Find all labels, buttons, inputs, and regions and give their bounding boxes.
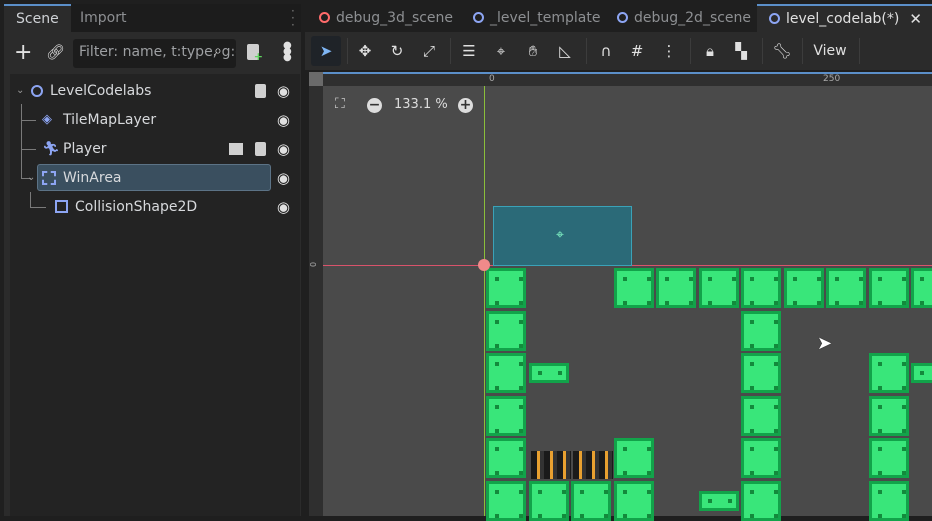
tab-label: _level_template: [490, 10, 601, 26]
ruler-label: 0: [309, 261, 319, 268]
filter-input[interactable]: Filter: name, t:type, g:group: [73, 39, 236, 68]
view-menu[interactable]: View: [810, 36, 850, 66]
zoom-level[interactable]: 133.1 %: [394, 97, 448, 112]
visibility-eye-icon[interactable]: ◉: [277, 78, 290, 104]
scene-tab[interactable]: _level_template: [473, 4, 601, 32]
close-icon[interactable]: ✕: [909, 6, 922, 32]
add-node-icon[interactable]: +: [14, 40, 32, 65]
select-tool-icon[interactable]: ➤: [311, 36, 341, 66]
search-icon: ⌕: [214, 43, 222, 59]
tab-label: debug_3d_scene: [336, 10, 454, 26]
ruler-horizontal: 0 250: [309, 72, 932, 86]
move-tool-icon[interactable]: ✥: [350, 36, 380, 66]
visibility-eye-icon[interactable]: ◉: [277, 165, 290, 191]
scene-tabs: debug_3d_scene _level_template debug_2d_…: [305, 4, 932, 32]
scene-icon: [473, 12, 484, 23]
tree-item-winarea[interactable]: ⌄ WinArea ◉: [10, 165, 298, 191]
link-icon[interactable]: 🔗︎: [46, 43, 65, 61]
tilemap-icon: ◈: [42, 112, 52, 127]
node-label: TileMapLayer: [63, 112, 157, 128]
divider: [802, 38, 803, 64]
scene-tab[interactable]: debug_3d_scene: [319, 4, 453, 32]
scene-dock: Scene Import · · · + 🔗︎ Filter: name, t:ty…: [0, 0, 305, 516]
viewport-2d[interactable]: [309, 72, 932, 516]
tab-scene[interactable]: Scene: [4, 4, 71, 32]
ruler-label: 0: [489, 74, 495, 84]
smart-snap-icon[interactable]: ∩: [591, 36, 621, 66]
grid-snap-icon[interactable]: #: [622, 36, 652, 66]
script-icon[interactable]: [255, 142, 266, 156]
visibility-eye-icon[interactable]: ◉: [277, 194, 290, 220]
snap-options-icon[interactable]: ⋮: [654, 36, 684, 66]
dock-menu-icon[interactable]: · · ·: [291, 5, 295, 31]
more-icon[interactable]: ● ● ●: [283, 41, 292, 63]
node-label: Player: [63, 141, 107, 157]
canvas-editor: debug_3d_scene _level_template debug_2d_…: [305, 0, 932, 516]
divider: [586, 38, 587, 64]
center-view-icon[interactable]: ⛶: [335, 96, 345, 112]
divider: [347, 38, 348, 64]
tree-item-collisionshape2d[interactable]: CollisionShape2D ◉: [10, 194, 298, 220]
tree-item-player[interactable]: 🏃︎ Player ◉: [10, 136, 298, 162]
divider: [762, 38, 763, 64]
node-icon: [31, 85, 43, 97]
collapse-icon[interactable]: ⌄: [27, 165, 35, 191]
scene-tab[interactable]: debug_2d_scene: [617, 4, 751, 32]
zoom-in-button[interactable]: +: [458, 98, 473, 113]
scene-icon: [617, 12, 628, 23]
ruler-tool-icon[interactable]: ◺: [550, 36, 580, 66]
divider: [690, 38, 691, 64]
area2d-icon: [42, 171, 56, 185]
ruler-corner: [309, 72, 323, 86]
pivot-tool-icon[interactable]: ⌖: [486, 36, 516, 66]
rotate-tool-icon[interactable]: ↻: [382, 36, 412, 66]
node-label: LevelCodelabs: [50, 83, 152, 99]
dock-tabs: Scene Import · · ·: [4, 4, 301, 32]
open-scene-icon[interactable]: [229, 143, 243, 155]
tab-label: debug_2d_scene: [634, 10, 752, 26]
attach-script-icon[interactable]: +: [247, 44, 263, 63]
group-icon[interactable]: ▚: [726, 36, 756, 66]
script-icon[interactable]: [255, 84, 266, 98]
ruler-vertical: 0: [309, 86, 323, 516]
selectable-nodes-icon[interactable]: ☰: [454, 36, 484, 66]
scene-icon: [769, 13, 780, 24]
pan-tool-icon[interactable]: ✋︎: [518, 36, 548, 66]
node-label: CollisionShape2D: [75, 199, 198, 215]
scene-2d-icon: [319, 12, 330, 23]
zoom-out-button[interactable]: −: [367, 98, 382, 113]
character-body-icon: 🏃︎: [42, 141, 60, 157]
divider: [859, 38, 860, 64]
visibility-eye-icon[interactable]: ◉: [277, 136, 290, 162]
tab-import[interactable]: Import: [68, 4, 138, 32]
lock-icon[interactable]: 🔒︎: [695, 36, 725, 66]
tab-label: level_codelab(*): [786, 11, 900, 27]
scene-tab-active[interactable]: level_codelab(*) ✕: [757, 4, 932, 32]
scale-tool-icon[interactable]: ⤢: [414, 36, 444, 66]
bone-icon[interactable]: 🦴︎: [767, 36, 797, 66]
collapse-icon[interactable]: ⌄: [16, 78, 24, 104]
tree-item-levelcodelabs[interactable]: ⌄ LevelCodelabs ◉: [10, 78, 298, 104]
tree-item-tilemaplayer[interactable]: ◈ TileMapLayer ◉: [10, 107, 298, 133]
canvas-toolbar: ➤ ✥ ↻ ⤢ ☰ ⌖ ✋︎ ◺ ∩ # ⋮ 🔒︎ ▚ 🦴︎ View: [305, 32, 932, 70]
divider: [450, 38, 451, 64]
ruler-label: 250: [823, 74, 841, 84]
collision-shape-icon: [55, 200, 68, 213]
node-label: WinArea: [63, 170, 122, 186]
visibility-eye-icon[interactable]: ◉: [277, 107, 290, 133]
